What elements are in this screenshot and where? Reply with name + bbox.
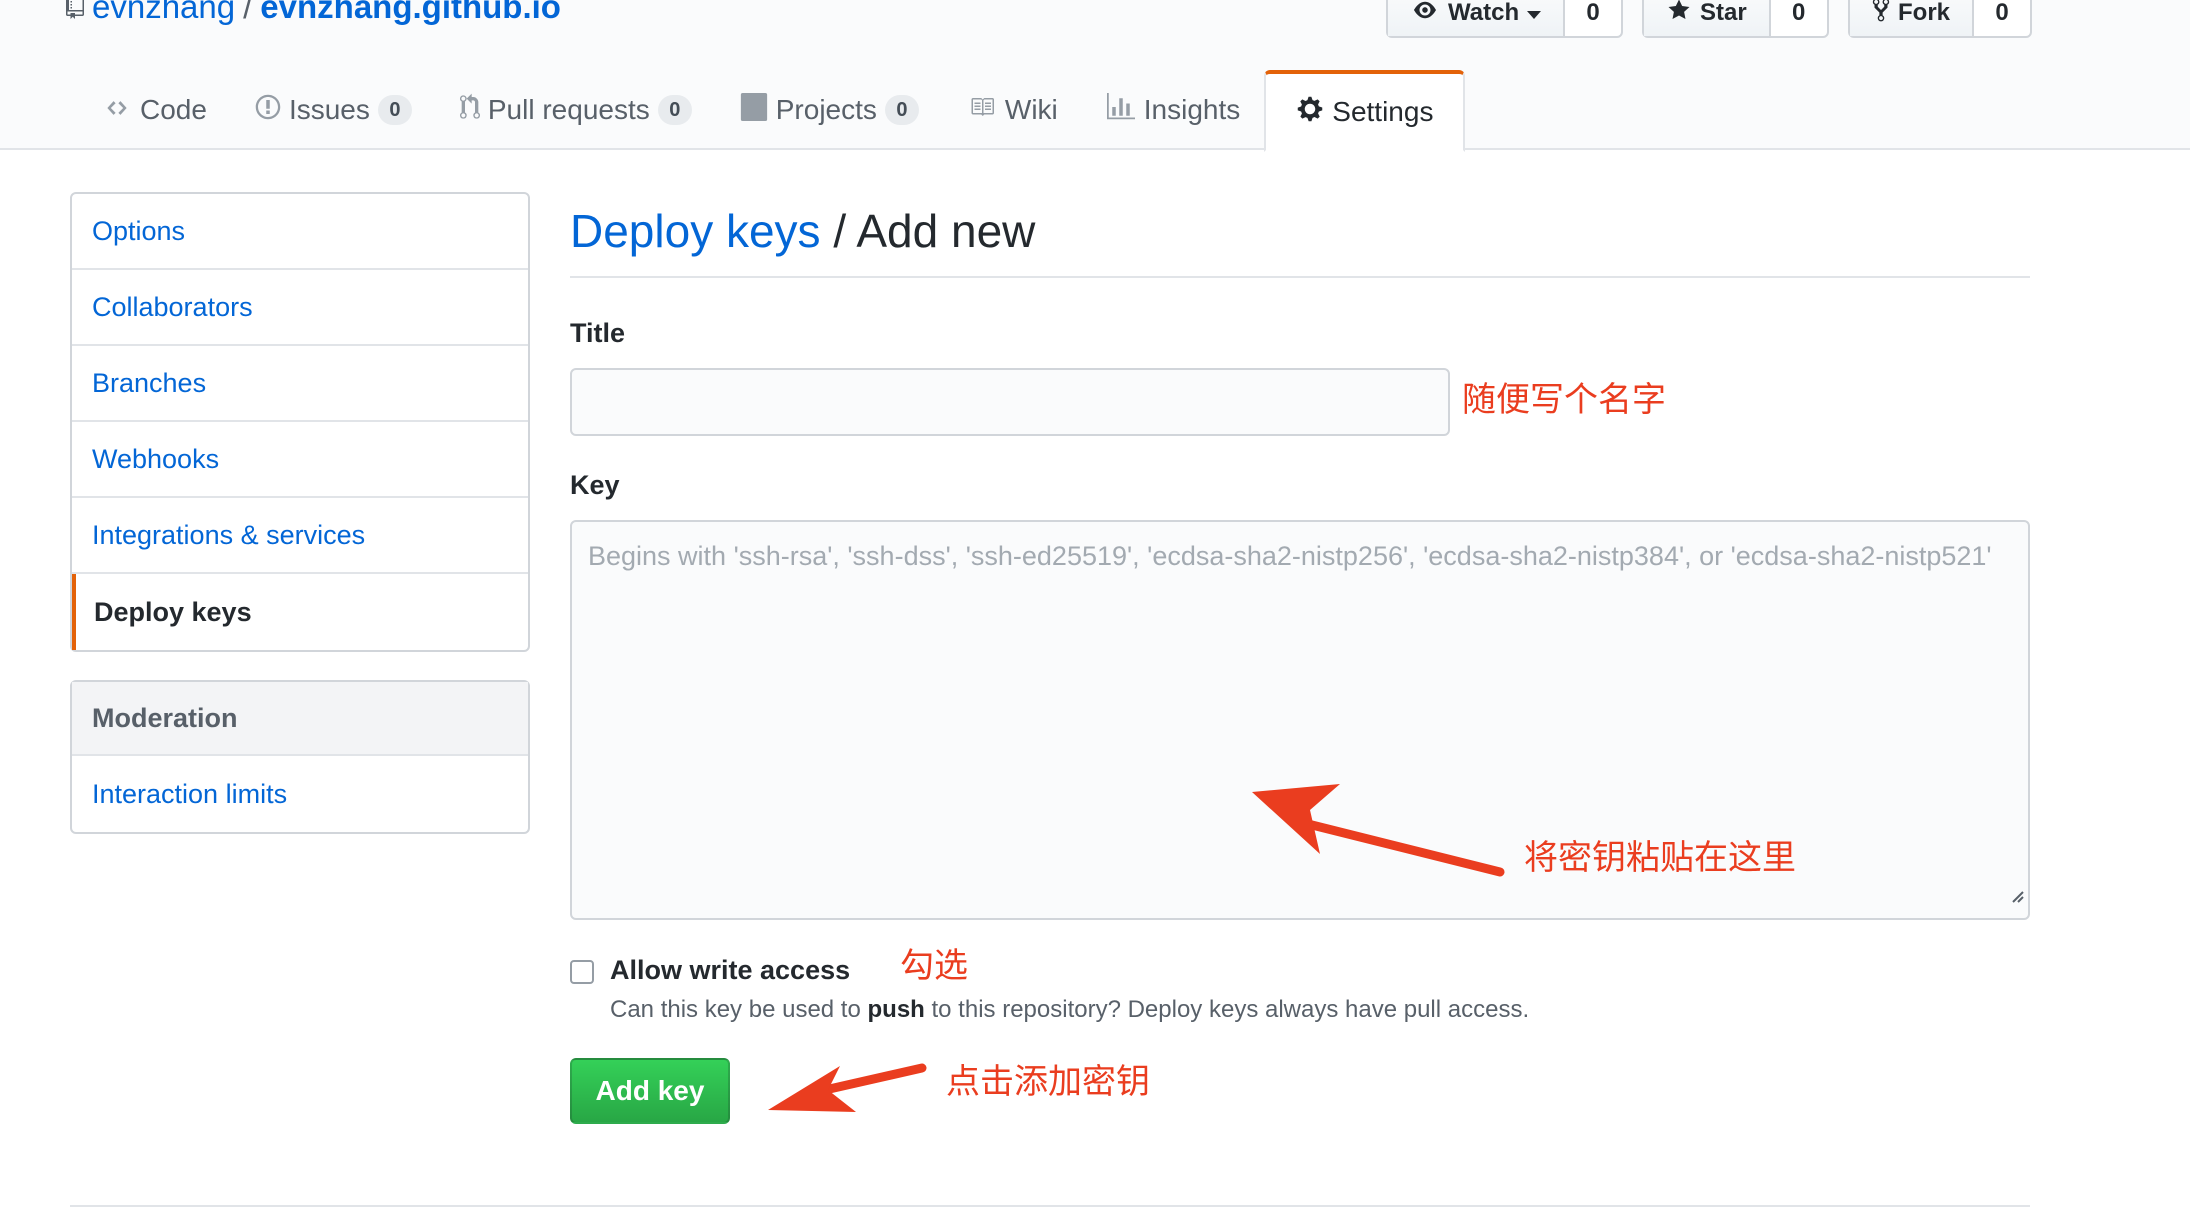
arrow-to-add-key-button: [768, 1063, 927, 1112]
arrow-to-key-textarea: [1252, 784, 1505, 877]
annotation-arrows: [768, 784, 1505, 1112]
footer-divider: [70, 1205, 2030, 1207]
